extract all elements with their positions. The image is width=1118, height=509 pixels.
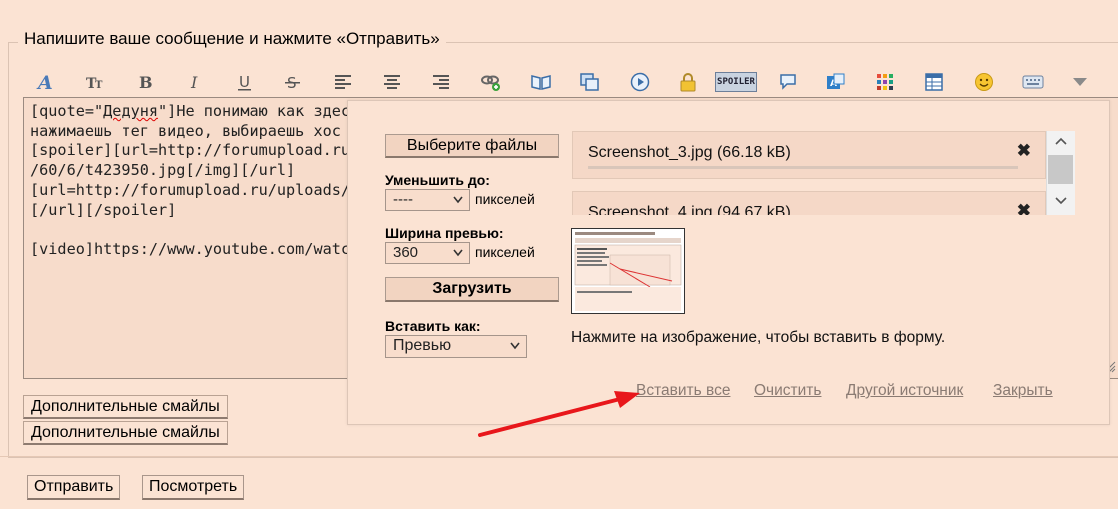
annotation-arrow-icon: [478, 391, 640, 437]
